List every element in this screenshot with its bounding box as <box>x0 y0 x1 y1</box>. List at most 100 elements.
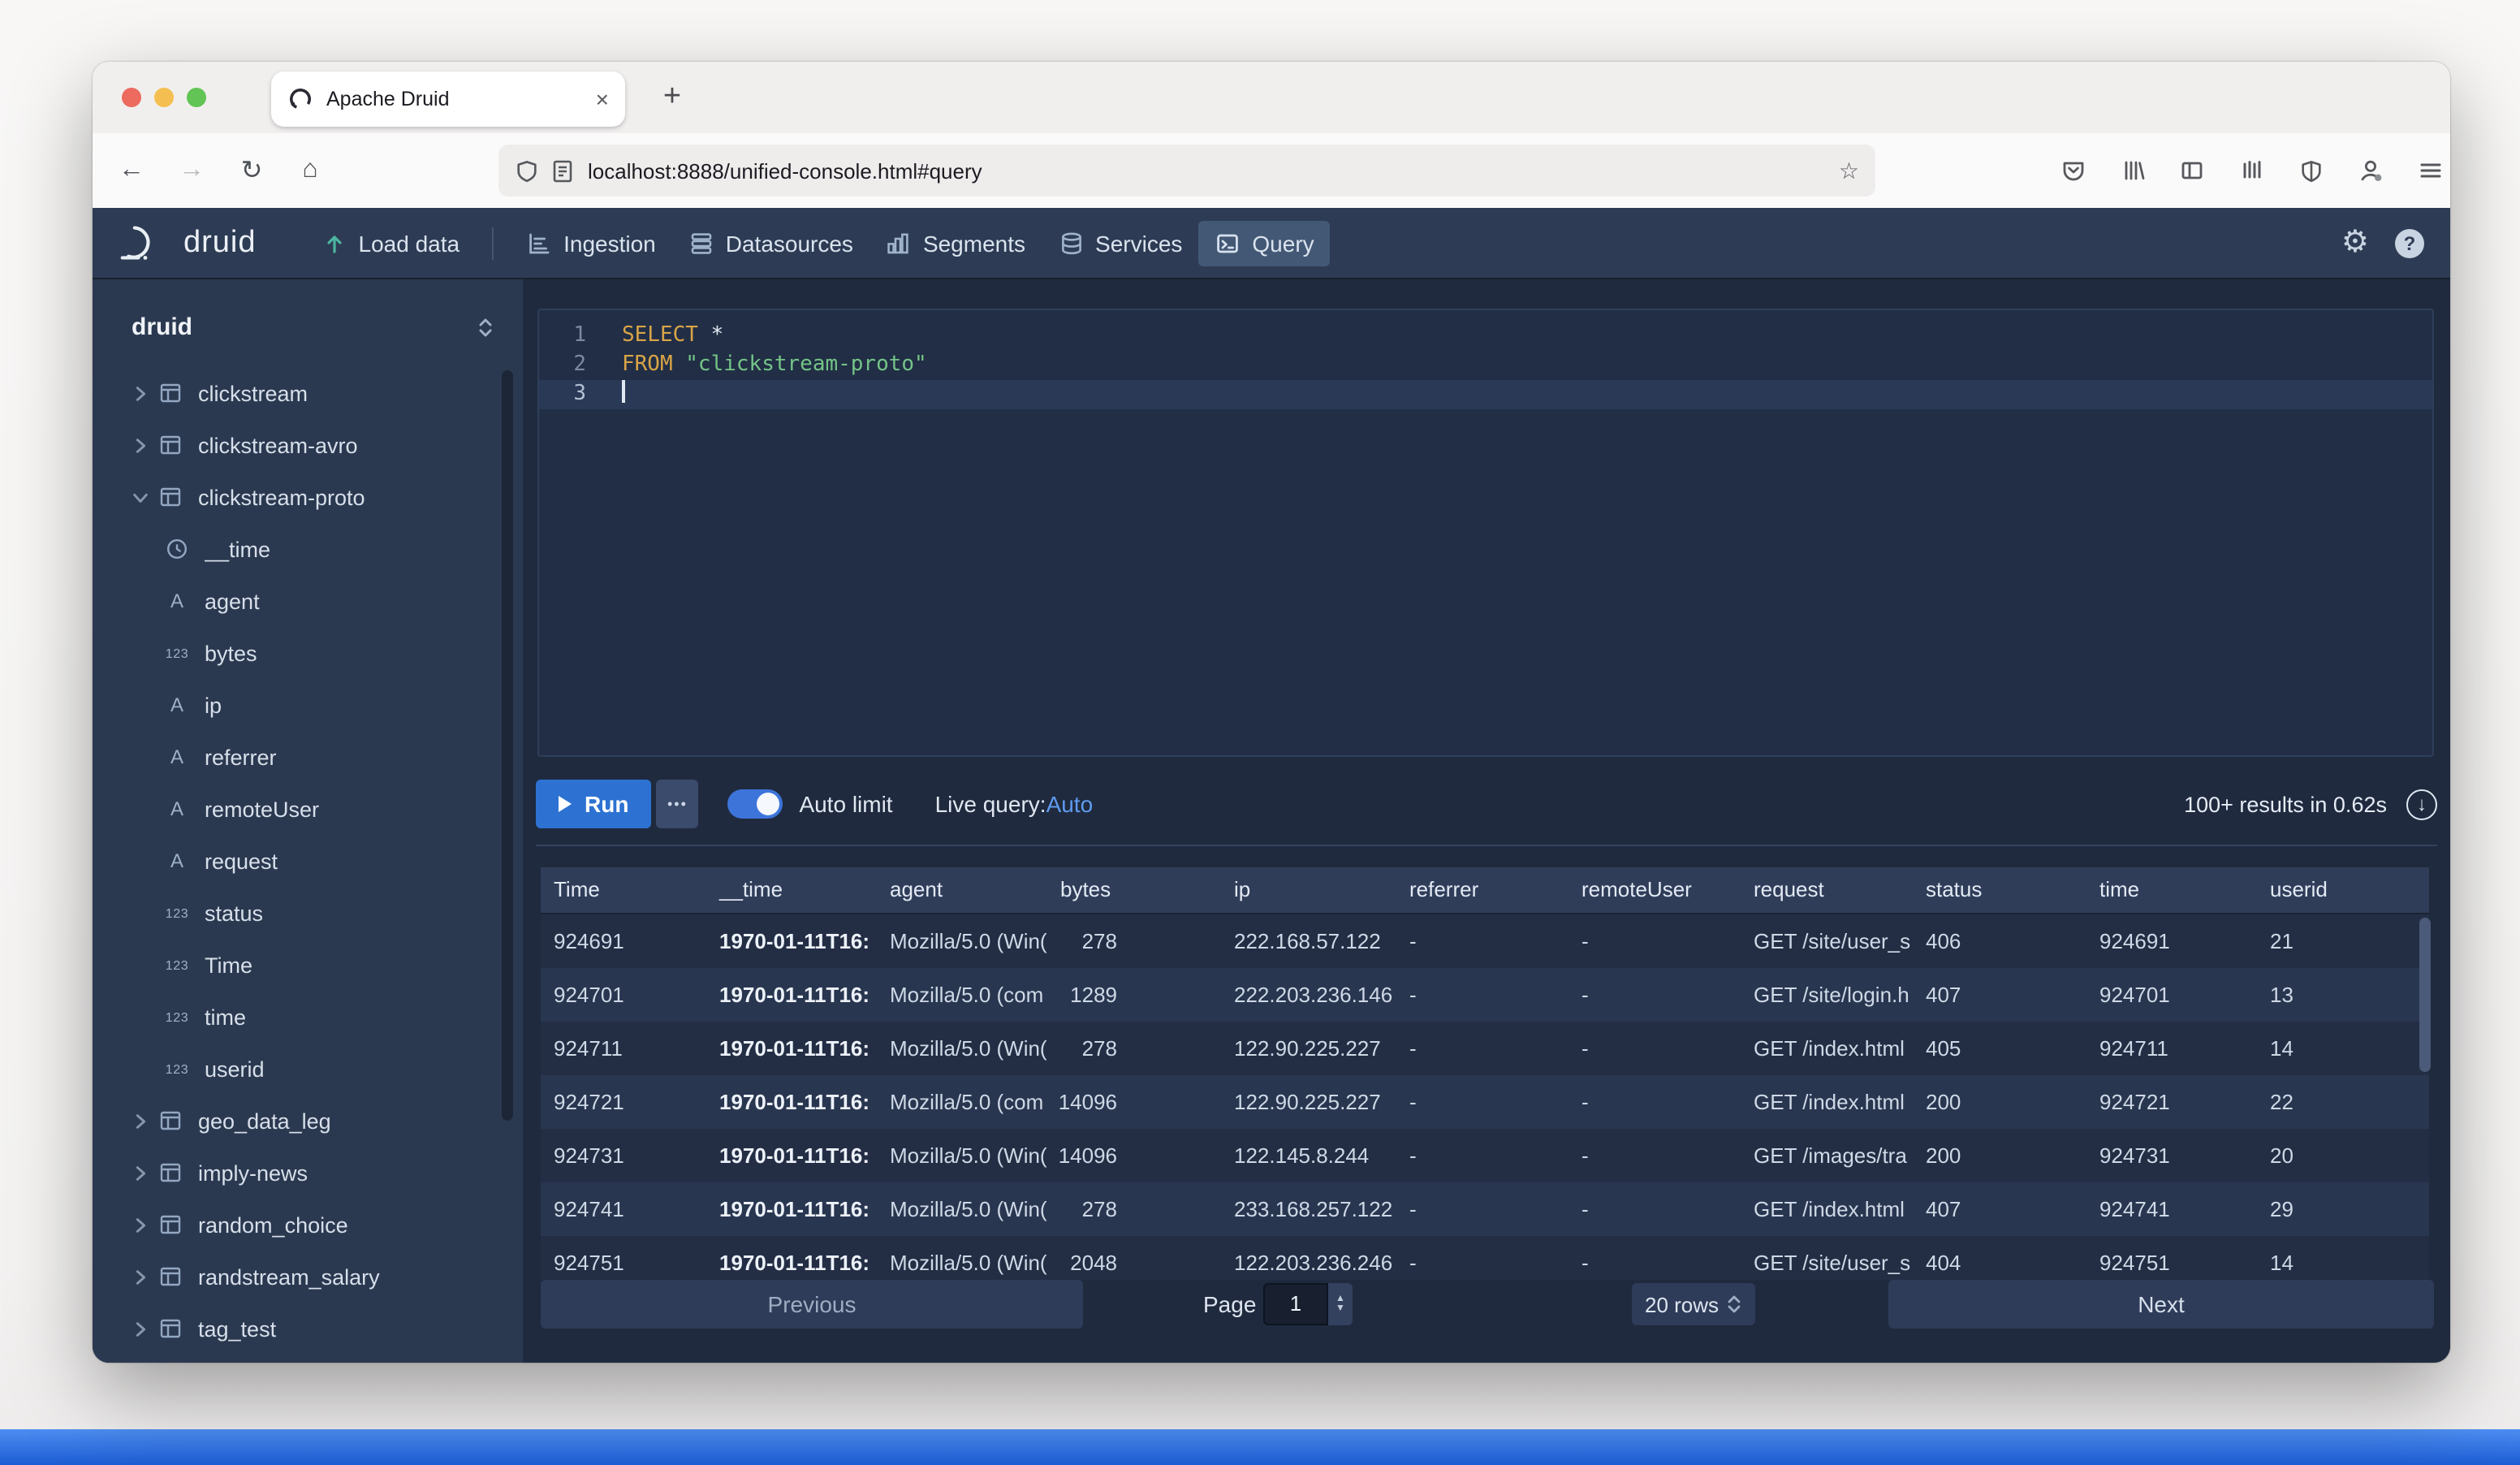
table-cell[interactable]: 924701 <box>541 968 706 1022</box>
druid-logo[interactable]: druid <box>119 223 257 263</box>
chevron-down-icon[interactable] <box>125 488 154 506</box>
table-cell[interactable]: 407 <box>1913 1182 2086 1236</box>
table-cell[interactable]: 924721 <box>541 1075 706 1129</box>
table-cell[interactable]: 122.145.8.244 <box>1221 1129 1396 1182</box>
table-cell[interactable]: 924721 <box>2086 1075 2257 1129</box>
tree-column-time[interactable]: 123time <box>93 991 523 1043</box>
tree-column-request[interactable]: Arequest <box>93 835 523 887</box>
tree-item-geo_data_leg[interactable]: geo_data_leg <box>93 1095 523 1147</box>
tree-item-clickstream-avro[interactable]: clickstream-avro <box>93 419 523 471</box>
column-header-time[interactable]: time <box>2086 867 2257 913</box>
table-cell[interactable]: 924711 <box>541 1022 706 1075</box>
table-cell[interactable]: 924751 <box>2086 1236 2257 1280</box>
table-cell[interactable]: Mozilla/5.0 (Win( <box>877 1182 1047 1236</box>
column-header-Time[interactable]: Time <box>541 867 706 913</box>
tree-item-imply-news[interactable]: imply-news <box>93 1147 523 1199</box>
table-cell[interactable]: 405 <box>1913 1022 2086 1075</box>
page-stepper[interactable]: ▲▼ <box>1328 1283 1353 1325</box>
table-cell[interactable]: - <box>1396 1075 1569 1129</box>
table-cell[interactable]: GET /site/login.h <box>1741 968 1913 1022</box>
stepper-up-icon[interactable]: ▲ <box>1336 1294 1345 1304</box>
run-more-button[interactable]: ••• <box>656 780 698 828</box>
forward-icon[interactable]: → <box>166 145 218 197</box>
pocket-icon[interactable] <box>2051 148 2096 193</box>
run-button[interactable]: Run <box>536 780 651 828</box>
table-cell[interactable]: GET /index.html <box>1741 1182 1913 1236</box>
table-cell[interactable]: - <box>1569 1075 1741 1129</box>
table-cell[interactable]: 406 <box>1913 914 2086 968</box>
tree-item-clickstream[interactable]: clickstream <box>93 367 523 419</box>
next-page-button[interactable]: Next <box>1888 1280 2434 1329</box>
table-cell[interactable]: Mozilla/5.0 (Win( <box>877 1129 1047 1182</box>
stepper-down-icon[interactable]: ▼ <box>1336 1304 1345 1315</box>
table-cell[interactable]: 924731 <box>2086 1129 2257 1182</box>
table-cell[interactable]: 278 <box>1047 914 1221 968</box>
tree-item-randstream_salary[interactable]: randstream_salary <box>93 1251 523 1303</box>
table-cell[interactable]: 14 <box>2257 1022 2429 1075</box>
auto-limit-toggle[interactable] <box>727 789 783 819</box>
url-bar[interactable]: localhost:8888/unified-console.html#quer… <box>498 145 1875 197</box>
table-cell[interactable]: 222.168.57.122 <box>1221 914 1396 968</box>
tree-column-Time[interactable]: 123Time <box>93 939 523 991</box>
nav-item-services[interactable]: Services <box>1042 220 1198 266</box>
table-row[interactable]: 9247111970-01-11T16:Mozilla/5.0 (Win(278… <box>541 1022 2429 1075</box>
table-cell[interactable]: 21 <box>2257 914 2429 968</box>
table-cell[interactable]: GET /images/tra <box>1741 1129 1913 1182</box>
tree-item-tag_test[interactable]: tag_test <box>93 1303 523 1355</box>
table-cell[interactable]: 22 <box>2257 1075 2429 1129</box>
table-cell[interactable]: 407 <box>1913 968 2086 1022</box>
chevron-right-icon[interactable] <box>125 1320 154 1338</box>
table-cell[interactable]: - <box>1569 1182 1741 1236</box>
table-cell[interactable]: - <box>1396 1236 1569 1280</box>
table-cell[interactable]: 200 <box>1913 1129 2086 1182</box>
table-cell[interactable]: 1970-01-11T16: <box>706 1129 877 1182</box>
table-cell[interactable]: 13 <box>2257 968 2429 1022</box>
table-cell[interactable]: 233.168.257.122 <box>1221 1182 1396 1236</box>
table-cell[interactable]: 924731 <box>541 1129 706 1182</box>
table-cell[interactable]: 1970-01-11T16: <box>706 1022 877 1075</box>
chevron-right-icon[interactable] <box>125 1164 154 1182</box>
nav-item-datasources[interactable]: Datasources <box>672 220 869 266</box>
library-icon[interactable] <box>2111 148 2156 193</box>
table-cell[interactable]: 1970-01-11T16: <box>706 914 877 968</box>
shield-badge-icon[interactable] <box>2288 148 2333 193</box>
browser-tab[interactable]: Apache Druid × <box>271 71 625 127</box>
column-header-ip[interactable]: ip <box>1221 867 1396 913</box>
table-cell[interactable]: - <box>1569 1129 1741 1182</box>
table-cell[interactable]: 14 <box>2257 1236 2429 1280</box>
table-cell[interactable]: - <box>1569 914 1741 968</box>
nav-item-query[interactable]: Query <box>1198 220 1330 266</box>
window-maximize-button[interactable] <box>187 88 206 107</box>
tree-column-referrer[interactable]: Areferrer <box>93 731 523 783</box>
tree-column-userid[interactable]: 123userid <box>93 1043 523 1095</box>
table-row[interactable]: 9247411970-01-11T16:Mozilla/5.0 (Win(278… <box>541 1182 2429 1236</box>
table-cell[interactable]: Mozilla/5.0 (com <box>877 968 1047 1022</box>
table-cell[interactable]: 1289 <box>1047 968 1221 1022</box>
table-cell[interactable]: - <box>1569 1022 1741 1075</box>
table-cell[interactable]: - <box>1396 914 1569 968</box>
table-cell[interactable]: 924741 <box>2086 1182 2257 1236</box>
column-header-userid[interactable]: userid <box>2257 867 2429 913</box>
nav-item-ingestion[interactable]: Ingestion <box>510 220 672 266</box>
table-cell[interactable]: 1970-01-11T16: <box>706 1236 877 1280</box>
url-text[interactable]: localhost:8888/unified-console.html#quer… <box>588 158 982 183</box>
chevron-right-icon[interactable] <box>125 384 154 402</box>
bookmark-star-icon[interactable]: ☆ <box>1839 157 1859 184</box>
tree-item-wikipedia-dynamic-1[interactable]: wikipedia-dynamic-1 <box>93 1355 523 1363</box>
table-cell[interactable]: 200 <box>1913 1075 2086 1129</box>
table-cell[interactable]: 122.203.236.246 <box>1221 1236 1396 1280</box>
column-header-status[interactable]: status <box>1913 867 2086 913</box>
table-cell[interactable]: 14096 <box>1047 1075 1221 1129</box>
sidebar-toggle-icon[interactable] <box>2169 148 2215 193</box>
extensions-icon[interactable] <box>2229 148 2275 193</box>
account-icon[interactable] <box>2348 148 2393 193</box>
table-cell[interactable]: 404 <box>1913 1236 2086 1280</box>
page-info-icon[interactable] <box>552 158 573 183</box>
column-header-request[interactable]: request <box>1741 867 1913 913</box>
home-icon[interactable]: ⌂ <box>284 145 336 197</box>
table-cell[interactable]: 1970-01-11T16: <box>706 1182 877 1236</box>
table-cell[interactable]: 278 <box>1047 1022 1221 1075</box>
tree-column-__time[interactable]: __time <box>93 523 523 575</box>
table-cell[interactable]: Mozilla/5.0 (Win( <box>877 1022 1047 1075</box>
table-cell[interactable]: Mozilla/5.0 (Win( <box>877 914 1047 968</box>
